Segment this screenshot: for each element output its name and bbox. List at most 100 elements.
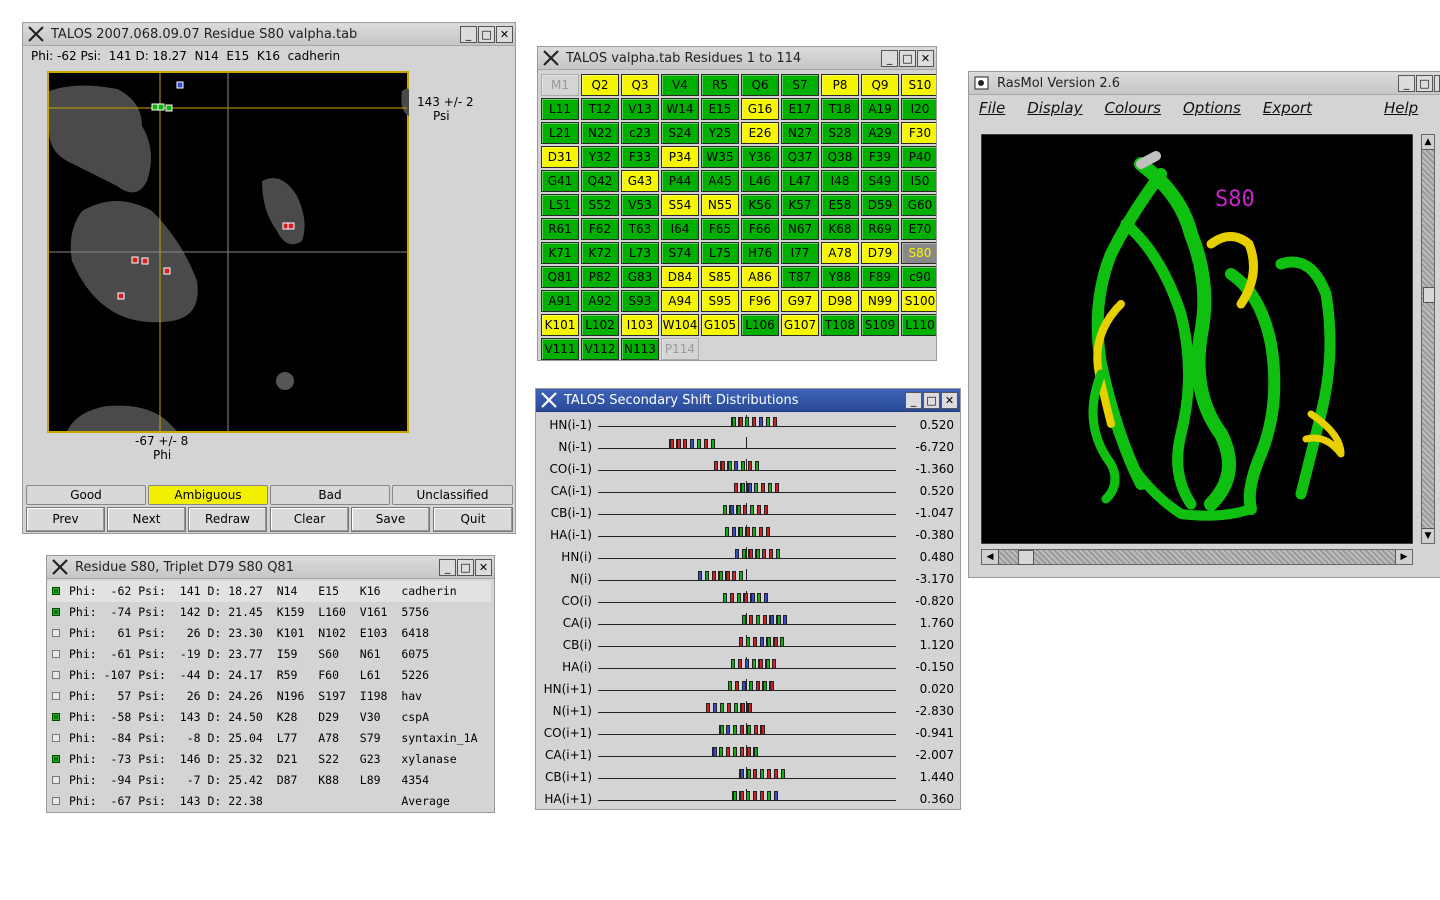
residue-cell[interactable]: G105 xyxy=(701,314,739,336)
prev-button[interactable]: Prev xyxy=(26,507,105,532)
residue-cell[interactable]: K57 xyxy=(781,194,819,216)
residue-cell[interactable]: S85 xyxy=(701,266,739,288)
class-ambiguous-button[interactable]: Ambiguous xyxy=(148,485,268,505)
residue-cell[interactable]: A92 xyxy=(581,290,619,312)
residue-cell[interactable]: P40 xyxy=(901,146,936,168)
residue-cell[interactable]: Y88 xyxy=(821,266,859,288)
residue-cell[interactable]: D98 xyxy=(821,290,859,312)
row-checkbox[interactable] xyxy=(52,671,60,679)
residue-cell[interactable]: A86 xyxy=(741,266,779,288)
residue-cell[interactable]: G16 xyxy=(741,98,779,120)
residue-cell[interactable]: P8 xyxy=(821,74,859,96)
residue-cell[interactable]: R69 xyxy=(861,218,899,240)
residue-cell[interactable]: V112 xyxy=(581,338,619,360)
residue-cell[interactable]: S109 xyxy=(861,314,899,336)
residue-cell[interactable]: Q3 xyxy=(621,74,659,96)
match-marker[interactable] xyxy=(141,257,149,265)
triplet-row[interactable]: Phi: -94 Psi: -7 D: 25.42 D87 K88 L89 43… xyxy=(47,770,491,791)
triplet-row[interactable]: Phi: -73 Psi: 146 D: 25.32 D21 S22 G23 x… xyxy=(47,749,491,770)
row-checkbox[interactable] xyxy=(52,692,60,700)
residue-cell[interactable]: D84 xyxy=(661,266,699,288)
residue-cell[interactable]: W35 xyxy=(701,146,739,168)
residue-cell[interactable]: A94 xyxy=(661,290,699,312)
residue-cell[interactable]: I103 xyxy=(621,314,659,336)
minimize-button[interactable]: _ xyxy=(439,558,456,576)
triplet-row[interactable]: Phi: -107 Psi: -44 D: 24.17 R59 F60 L61 … xyxy=(47,665,491,686)
residue-cell[interactable]: I77 xyxy=(781,242,819,264)
residue-cell[interactable]: I50 xyxy=(901,170,936,192)
residue-cell[interactable]: N27 xyxy=(781,122,819,144)
residue-cell[interactable]: S100 xyxy=(901,290,936,312)
residue-cell[interactable]: T108 xyxy=(821,314,859,336)
residue-cell[interactable]: P82 xyxy=(581,266,619,288)
triplet-row[interactable]: Phi: -74 Psi: 142 D: 21.45 K159 L160 V16… xyxy=(47,602,491,623)
residue-cell[interactable]: Y25 xyxy=(701,122,739,144)
residue-cell[interactable]: E17 xyxy=(781,98,819,120)
residue-cell[interactable]: A45 xyxy=(701,170,739,192)
residue-cell[interactable]: Y32 xyxy=(581,146,619,168)
scroll-up-arrow[interactable]: ▲ xyxy=(1422,135,1434,150)
residue-cell[interactable]: S49 xyxy=(861,170,899,192)
residue-cell[interactable]: R5 xyxy=(701,74,739,96)
residue-cell[interactable]: K101 xyxy=(541,314,579,336)
residue-cell[interactable]: K72 xyxy=(581,242,619,264)
residue-cell[interactable]: E70 xyxy=(901,218,936,240)
scroll-left-arrow[interactable]: ◀ xyxy=(982,550,999,564)
residue-cell[interactable]: I64 xyxy=(661,218,699,240)
residues-titlebar[interactable]: TALOS valpha.tab Residues 1 to 114 _ □ ✕ xyxy=(538,47,936,70)
triplet-row[interactable]: Phi: -62 Psi: 141 D: 18.27 N14 E15 K16 c… xyxy=(47,581,491,602)
residue-cell[interactable]: Y36 xyxy=(741,146,779,168)
match-marker[interactable] xyxy=(176,81,184,89)
residue-cell[interactable]: L11 xyxy=(541,98,579,120)
residue-cell[interactable]: W104 xyxy=(661,314,699,336)
talos-main-titlebar[interactable]: TALOS 2007.068.09.07 Residue S80 valpha.… xyxy=(23,23,515,46)
residue-cell[interactable]: P114 xyxy=(661,338,699,360)
residue-cell[interactable]: F30 xyxy=(901,122,936,144)
residue-cell[interactable]: S95 xyxy=(701,290,739,312)
residue-cell[interactable]: N113 xyxy=(621,338,659,360)
menu-help[interactable]: Help xyxy=(1384,99,1418,117)
row-checkbox[interactable] xyxy=(52,734,60,742)
residue-cell[interactable]: G41 xyxy=(541,170,579,192)
match-marker[interactable] xyxy=(163,267,171,275)
quit-button[interactable]: Quit xyxy=(433,507,513,532)
residue-cell[interactable]: W14 xyxy=(661,98,699,120)
residue-cell[interactable]: V111 xyxy=(541,338,579,360)
residue-cell[interactable]: D31 xyxy=(541,146,579,168)
match-marker[interactable] xyxy=(117,292,125,300)
residue-cell[interactable]: I20 xyxy=(901,98,936,120)
row-checkbox[interactable] xyxy=(52,797,60,805)
residue-cell[interactable]: c23 xyxy=(621,122,659,144)
residue-cell[interactable]: A19 xyxy=(861,98,899,120)
residue-cell[interactable]: S54 xyxy=(661,194,699,216)
residue-cell[interactable]: Q9 xyxy=(861,74,899,96)
row-checkbox[interactable] xyxy=(52,608,60,616)
residue-cell[interactable]: A78 xyxy=(821,242,859,264)
residue-cell[interactable]: Q42 xyxy=(581,170,619,192)
class-good-button[interactable]: Good xyxy=(26,485,146,505)
residue-cell[interactable]: S24 xyxy=(661,122,699,144)
scroll-thumb[interactable] xyxy=(1423,287,1435,303)
residue-cell[interactable]: G97 xyxy=(781,290,819,312)
rasmol-titlebar[interactable]: RasMol Version 2.6 _ □ xyxy=(969,72,1440,95)
close-button[interactable]: ✕ xyxy=(917,49,934,67)
row-checkbox[interactable] xyxy=(52,776,60,784)
shift-titlebar[interactable]: TALOS Secondary Shift Distributions _ □ … xyxy=(536,389,960,412)
residue-cell[interactable]: S10 xyxy=(901,74,936,96)
maximize-button[interactable]: □ xyxy=(899,49,916,67)
residue-cell[interactable]: A91 xyxy=(541,290,579,312)
residue-cell[interactable]: K68 xyxy=(821,218,859,240)
residue-cell[interactable]: T87 xyxy=(781,266,819,288)
residue-cell[interactable]: I48 xyxy=(821,170,859,192)
redraw-button[interactable]: Redraw xyxy=(188,507,267,532)
menu-display[interactable]: Display xyxy=(1027,99,1082,117)
residue-cell[interactable]: D59 xyxy=(861,194,899,216)
residue-cell[interactable]: E15 xyxy=(701,98,739,120)
residue-cell[interactable]: H76 xyxy=(741,242,779,264)
residue-cell[interactable]: L106 xyxy=(741,314,779,336)
triplet-titlebar[interactable]: Residue S80, Triplet D79 S80 Q81 _ □ ✕ xyxy=(47,556,494,579)
scroll-down-arrow[interactable]: ▼ xyxy=(1422,528,1434,543)
minimize-button[interactable]: _ xyxy=(1398,74,1415,92)
residue-cell[interactable]: E26 xyxy=(741,122,779,144)
residue-cell[interactable]: F39 xyxy=(861,146,899,168)
